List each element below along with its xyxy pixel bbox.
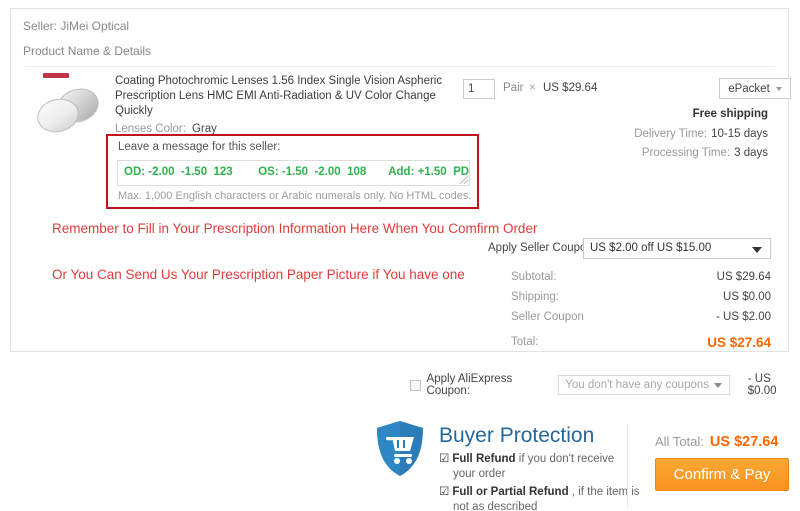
- shipping-method-value: ePacket: [728, 82, 770, 95]
- buyer-protection-title: Buyer Protection: [439, 424, 595, 447]
- chevron-down-icon: [775, 86, 782, 91]
- shipping-value: US $0.00: [723, 291, 771, 303]
- processing-time-value: 3 days: [734, 147, 768, 159]
- free-shipping-label: Free shipping: [692, 108, 768, 120]
- buyer-protection-text: Buyer Protection ☑ Full Refund if you don…: [439, 420, 640, 511]
- delivery-time-row: Delivery Time: 10-15 days: [634, 128, 768, 140]
- apply-aliexpress-coupon-label: Apply AliExpress Coupon:: [426, 373, 513, 397]
- product-title[interactable]: Coating Photochromic Lenses 1.56 Index S…: [115, 74, 445, 119]
- delivery-time-value: 10-15 days: [711, 128, 768, 140]
- table-row: Seller Coupon - US $2.00: [511, 307, 771, 327]
- chevron-down-icon: [713, 383, 722, 388]
- product-thumbnail[interactable]: [33, 71, 105, 137]
- partial-refund-strong: Full or Partial Refund: [452, 486, 569, 498]
- unit-price: US $29.64: [543, 82, 598, 94]
- partial-refund-rest: , if the item is: [568, 486, 640, 498]
- checkout-page: Seller: JiMei Optical Product Name & Det…: [0, 0, 800, 511]
- apply-aliexpress-coupon-checkbox[interactable]: [410, 379, 421, 391]
- product-name-details-header: Product Name & Details: [23, 44, 152, 58]
- chevron-down-icon: [752, 247, 762, 253]
- full-refund-strong: Full Refund: [452, 453, 516, 465]
- prescription-warning-line-1: Remember to Fill in Your Prescription In…: [52, 221, 538, 236]
- buyer-protection-section: Buyer Protection ☑ Full Refund if you don…: [375, 420, 640, 511]
- seller-coupon-value: US $2.00 off US $15.00: [590, 242, 712, 254]
- aliexpress-coupon-select[interactable]: You don't have any coupons: [558, 375, 730, 395]
- quantity-unit: Pair: [503, 82, 524, 94]
- aliexpress-coupon-placeholder: You don't have any coupons: [565, 379, 710, 391]
- full-refund-rest: if you don't receive: [515, 453, 615, 465]
- seller-coupon-discount-label: Seller Coupon: [511, 311, 584, 323]
- table-row: Shipping: US $0.00: [511, 287, 771, 307]
- checkmark-icon: ☑: [439, 453, 450, 465]
- shield-cart-icon: [377, 421, 423, 476]
- partial-refund-sub: not as described: [453, 501, 538, 511]
- table-row: Total: US $27.64: [511, 332, 771, 352]
- subtotal-value: US $29.64: [716, 271, 771, 283]
- aliexpress-coupon-row: Apply AliExpress Coupon: You don't have …: [410, 373, 800, 397]
- processing-time-label: Processing Time:: [641, 147, 731, 159]
- seller-coupon-label: Apply Seller Coupon:: [488, 242, 597, 254]
- table-row: Subtotal: US $29.64: [511, 267, 771, 287]
- total-value: US $27.64: [707, 334, 771, 350]
- resize-grip-icon[interactable]: [460, 176, 468, 184]
- section-divider: [627, 424, 628, 508]
- seller-coupon-select[interactable]: US $2.00 off US $15.00: [583, 238, 771, 259]
- list-item: ☑ Full Refund if you don't receive your o…: [439, 452, 640, 482]
- checkmark-icon: ☑: [439, 486, 450, 498]
- delivery-time-label: Delivery Time:: [634, 128, 708, 140]
- prescription-warning-line-2: Or You Can Send Us Your Prescription Pap…: [52, 267, 465, 282]
- total-label: Total:: [511, 336, 539, 348]
- confirm-and-pay-button[interactable]: Confirm & Pay: [655, 458, 789, 491]
- seller-coupon-discount-value: - US $2.00: [716, 311, 771, 323]
- leave-message-textarea[interactable]: OD: -2.00 -1.50 123 OS: -1.50 -2.00 108 …: [117, 160, 470, 186]
- leave-message-highlight-box: Leave a message for this seller: OD: -2.…: [106, 134, 479, 209]
- leave-message-hint: Max. 1,000 English characters or Arabic …: [118, 190, 472, 202]
- multiply-symbol: ×: [529, 82, 536, 94]
- all-total-value: US $27.64: [709, 434, 779, 450]
- list-item: ☑ Full or Partial Refund , if the item is…: [439, 485, 640, 511]
- totals-list: Subtotal: US $29.64 Shipping: US $0.00 S…: [511, 267, 771, 352]
- all-total-label: All Total:: [655, 434, 704, 449]
- shipping-method-select[interactable]: ePacket: [719, 78, 791, 99]
- seller-name: Seller: JiMei Optical: [23, 19, 130, 33]
- aliexpress-coupon-amount: - US $0.00: [747, 373, 777, 397]
- all-total-row: All Total: US $27.64: [655, 434, 778, 450]
- order-card: Seller: JiMei Optical Product Name & Det…: [10, 8, 791, 352]
- processing-time-row: Processing Time: 3 days: [642, 147, 768, 159]
- shipping-label: Shipping:: [511, 291, 559, 303]
- brand-label-icon: [43, 73, 69, 78]
- header-divider: [25, 66, 775, 67]
- quantity-input[interactable]: 1: [463, 79, 495, 99]
- full-refund-sub: your order: [453, 468, 506, 480]
- leave-message-label: Leave a message for this seller:: [118, 141, 281, 153]
- subtotal-label: Subtotal:: [511, 271, 557, 283]
